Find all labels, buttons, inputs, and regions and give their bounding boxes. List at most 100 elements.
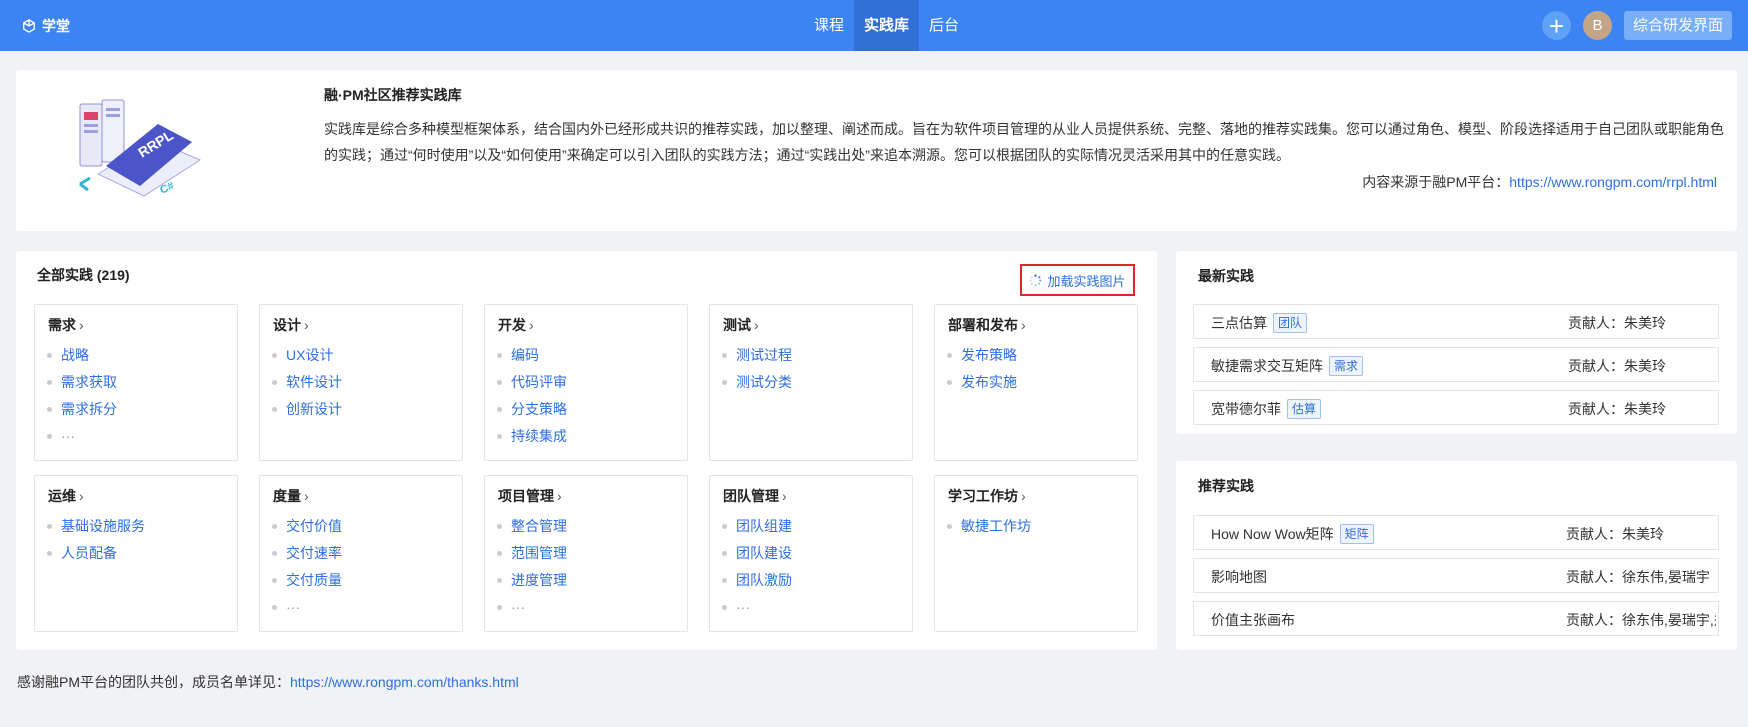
practice-link[interactable]: 测试分类 — [736, 372, 792, 392]
practice-link[interactable]: UX设计 — [286, 345, 333, 365]
practice-link[interactable]: 团队激励 — [736, 570, 792, 590]
practice-name: 影响地图 — [1211, 569, 1267, 585]
practice-row[interactable]: How Now Wow矩阵 矩阵 贡献人：朱美玲 — [1193, 515, 1719, 550]
category-practice-list: 整合管理范围管理进度管理 ··· — [497, 516, 567, 624]
bullet-icon — [497, 578, 502, 583]
category-box: 团队管理 › 团队组建团队建设团队激励 ··· — [709, 475, 913, 632]
add-icon[interactable]: + — [1541, 11, 1571, 40]
practice-tag: 估算 — [1287, 399, 1322, 419]
source-link[interactable]: https://www.rongpm.com/rrpl.html — [1509, 174, 1717, 190]
category-heading[interactable]: 测试 › — [723, 315, 759, 335]
bullet-icon — [272, 578, 277, 583]
nav-practice-library[interactable]: 实践库 — [854, 0, 920, 51]
book-illustration-icon: RRPL C# — [79, 99, 202, 197]
list-item-more[interactable]: ··· — [722, 597, 792, 624]
practice-link[interactable]: 发布策略 — [961, 345, 1017, 365]
practice-link[interactable]: 持续集成 — [511, 426, 567, 446]
practice-link[interactable]: 交付速率 — [286, 543, 342, 563]
list-item: 分支策略 — [497, 399, 567, 426]
intro-source: 内容来源于融PM平台：https://www.rongpm.com/rrpl.h… — [1362, 172, 1717, 192]
bullet-icon — [497, 407, 502, 412]
practice-link[interactable]: 分支策略 — [511, 399, 567, 419]
bullet-icon — [272, 551, 277, 556]
category-heading[interactable]: 需求 › — [48, 315, 84, 335]
category-heading[interactable]: 设计 › — [273, 315, 309, 335]
practice-link[interactable]: 发布实施 — [961, 372, 1017, 392]
thanks-link[interactable]: https://www.rongpm.com/thanks.html — [290, 674, 519, 690]
practice-row-title: How Now Wow矩阵 矩阵 — [1211, 524, 1374, 544]
chevron-right-icon: › — [782, 488, 787, 504]
nav-courses[interactable]: 课程 — [804, 0, 854, 51]
recommended-practices-card: 推荐实践 How Now Wow矩阵 矩阵 贡献人：朱美玲 影响地图 贡献人：徐东伟,晏… — [1176, 461, 1737, 650]
practice-link[interactable]: 软件设计 — [286, 372, 342, 392]
list-item: 测试分类 — [722, 372, 792, 399]
category-practice-list: 战略需求获取需求拆分 ··· — [47, 345, 117, 453]
category-heading[interactable]: 运维 › — [48, 486, 84, 506]
practice-row[interactable]: 影响地图 贡献人：徐东伟,晏瑞宇 — [1193, 558, 1719, 593]
category-heading[interactable]: 部署和发布 › — [948, 315, 1026, 335]
recommend-title: 推荐实践 — [1198, 478, 1254, 494]
nav-backend[interactable]: 后台 — [919, 0, 969, 51]
chevron-right-icon: › — [557, 488, 562, 504]
practice-link[interactable]: 测试过程 — [736, 345, 792, 365]
practice-link[interactable]: 交付价值 — [286, 516, 342, 536]
category-heading[interactable]: 开发 › — [498, 315, 534, 335]
practice-link[interactable]: 整合管理 — [511, 516, 567, 536]
practice-link[interactable]: 战略 — [61, 345, 89, 365]
category-heading[interactable]: 学习工作坊 › — [948, 486, 1026, 506]
list-item: 发布策略 — [947, 345, 1017, 372]
list-item-more[interactable]: ··· — [47, 426, 117, 453]
list-item-more[interactable]: ··· — [272, 597, 342, 624]
practice-link[interactable]: 代码评审 — [511, 372, 567, 392]
practice-row[interactable]: 三点估算 团队 贡献人：朱美玲 — [1193, 304, 1719, 339]
practice-link[interactable]: 团队建设 — [736, 543, 792, 563]
practice-row[interactable]: 价值主张画布 贡献人：徐东伟,晏瑞宇,郑 — [1193, 601, 1719, 636]
practice-link[interactable]: 基础设施服务 — [61, 516, 145, 536]
list-item: 测试过程 — [722, 345, 792, 372]
practice-link[interactable]: 交付质量 — [286, 570, 342, 590]
admin-interface-button[interactable]: 综合研发界面 — [1623, 11, 1732, 40]
practice-row[interactable]: 宽带德尔菲 估算 贡献人：朱美玲 — [1193, 390, 1719, 425]
list-item: 发布实施 — [947, 372, 1017, 399]
practice-row[interactable]: 敏捷需求交互矩阵 需求 贡献人：朱美玲 — [1193, 347, 1719, 382]
category-heading[interactable]: 团队管理 › — [723, 486, 787, 506]
practice-link[interactable]: 需求拆分 — [61, 399, 117, 419]
list-item: 团队组建 — [722, 516, 792, 543]
bullet-icon — [47, 551, 52, 556]
bullet-icon — [722, 605, 727, 610]
category-heading[interactable]: 度量 › — [273, 486, 309, 506]
source-label: 内容来源于融PM平台： — [1362, 174, 1510, 190]
practice-link[interactable]: 团队组建 — [736, 516, 792, 536]
intro-card: RRPL C# 融·PM社区推荐实践库 实践库是综合多种模型框架体系，结合国内外… — [16, 70, 1737, 231]
category-name: 学习工作坊 — [948, 488, 1018, 504]
intro-description: 实践库是综合多种模型框架体系，结合国内外已经形成共识的推荐实践，加以整理、阐述而… — [324, 121, 1724, 163]
category-heading[interactable]: 项目管理 › — [498, 486, 562, 506]
category-practice-list: 测试过程 测试分类 — [722, 345, 792, 399]
chevron-right-icon: › — [79, 317, 84, 333]
list-item-more[interactable]: ··· — [497, 597, 567, 624]
load-images-button[interactable]: 加载实践图片 — [1020, 264, 1135, 296]
category-name: 运维 — [48, 488, 76, 504]
bullet-icon — [272, 380, 277, 385]
practice-link[interactable]: 编码 — [511, 345, 539, 365]
practice-name: 价值主张画布 — [1211, 612, 1295, 628]
practice-link[interactable]: 需求获取 — [61, 372, 117, 392]
avatar[interactable]: B — [1582, 11, 1612, 40]
practice-link[interactable]: 范围管理 — [511, 543, 567, 563]
practice-link[interactable]: 进度管理 — [511, 570, 567, 590]
brand-logo[interactable]: 学堂 — [22, 16, 70, 36]
category-name: 度量 — [273, 488, 301, 504]
latest-title: 最新实践 — [1198, 268, 1254, 284]
category-name: 测试 — [723, 317, 751, 333]
header-actions: + B 综合研发界面 — [1541, 11, 1732, 40]
category-name: 需求 — [48, 317, 76, 333]
bullet-icon — [272, 524, 277, 529]
bullet-icon — [947, 380, 952, 385]
practice-link[interactable]: 人员配备 — [61, 543, 117, 563]
chevron-right-icon: › — [1021, 317, 1026, 333]
intro-title: 融·PM社区推荐实践库 — [324, 87, 462, 103]
practice-link[interactable]: 创新设计 — [286, 399, 342, 419]
practice-link[interactable]: 敏捷工作坊 — [961, 516, 1031, 536]
chevron-right-icon: › — [304, 488, 309, 504]
bullet-icon — [47, 524, 52, 529]
